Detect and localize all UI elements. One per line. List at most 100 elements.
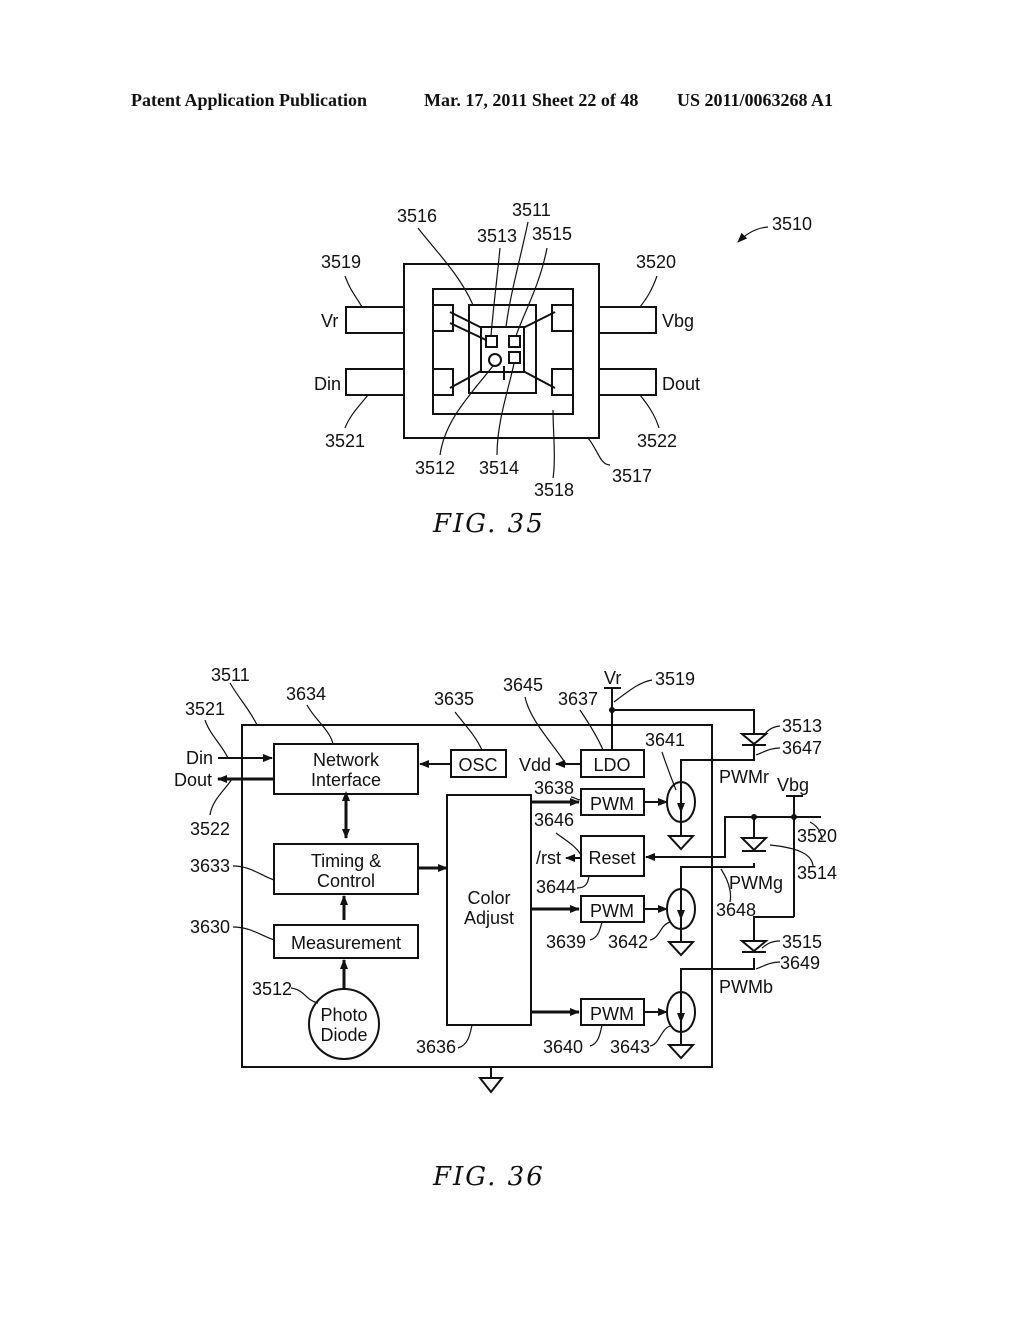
ref-3514: 3514 <box>797 863 837 883</box>
lead-vr <box>345 306 405 334</box>
signal-dout: Dout <box>174 770 212 790</box>
ref-3642: 3642 <box>608 932 648 952</box>
signal-din: Din <box>186 748 213 768</box>
leader-3522 <box>209 778 233 816</box>
ground-icon <box>666 941 696 957</box>
leader-3512 <box>290 987 319 1004</box>
ref-3515: 3515 <box>532 224 572 244</box>
ref-3517: 3517 <box>612 466 652 486</box>
lead-dout <box>598 368 657 396</box>
ground-icon <box>666 1044 696 1060</box>
ref-3635: 3635 <box>434 689 474 709</box>
led-3515 <box>508 335 521 348</box>
pin-label-vbg: Vbg <box>662 311 694 331</box>
ref-3643: 3643 <box>610 1037 650 1057</box>
leader-3639 <box>589 921 603 941</box>
ref-3512: 3512 <box>252 979 292 999</box>
leader-3520 <box>639 275 658 308</box>
leader-3517 <box>587 437 611 466</box>
ref-3513: 3513 <box>477 226 517 246</box>
led-g-3514-icon <box>739 837 769 852</box>
network-interface-line1: Network <box>313 750 380 770</box>
timing-control-line1: Timing & <box>311 851 381 871</box>
lead-din <box>345 368 405 396</box>
ref-3639: 3639 <box>546 932 586 952</box>
ref-3633: 3633 <box>190 856 230 876</box>
ref-3522: 3522 <box>190 819 230 839</box>
photo-diode-line2: Diode <box>320 1025 367 1045</box>
leader-3644 <box>576 875 590 889</box>
ref-3515: 3515 <box>782 932 822 952</box>
signal-rst: /rst <box>536 848 561 868</box>
fig35-package-diagram: 3516 3511 3513 3515 3519 3520 3510 Vr Di… <box>314 200 812 539</box>
pin-label-vr: Vr <box>321 311 338 331</box>
leader-3633 <box>232 865 275 881</box>
signal-pwmg: PWMg <box>729 873 783 893</box>
ref-3514: 3514 <box>479 458 519 478</box>
die-3511 <box>480 326 525 373</box>
color-adjust-line2: Adjust <box>464 908 514 928</box>
photo-diode-line1: Photo <box>320 1005 367 1025</box>
leader-3519 <box>344 275 363 308</box>
ground-icon <box>666 835 696 851</box>
pwm-g-label: PWM <box>590 901 634 921</box>
pin-label-din: Din <box>314 374 341 394</box>
ref-3638: 3638 <box>534 778 574 798</box>
leader-3641 <box>661 751 677 791</box>
ground-icon <box>477 1077 505 1094</box>
ref-3518: 3518 <box>534 480 574 500</box>
measurement-label: Measurement <box>291 933 401 953</box>
patent-drawing: 3516 3511 3513 3515 3519 3520 3510 Vr Di… <box>174 200 837 1192</box>
signal-vr: Vr <box>604 668 621 688</box>
pin-label-dout: Dout <box>662 374 700 394</box>
ref-3519: 3519 <box>655 669 695 689</box>
ref-3519: 3519 <box>321 252 361 272</box>
pwm-b-label: PWM <box>590 1004 634 1024</box>
led-r-3513-icon <box>739 733 769 746</box>
color-adjust-line1: Color <box>467 888 510 908</box>
timing-control-line2: Control <box>317 871 375 891</box>
leader-3637 <box>579 709 604 751</box>
pwm-r-label: PWM <box>590 794 634 814</box>
leader-3647 <box>755 747 781 756</box>
signal-vbg: Vbg <box>777 775 809 795</box>
leader-3643 <box>649 1025 671 1047</box>
leader-3511 <box>229 682 258 726</box>
ref-3511: 3511 <box>211 665 250 685</box>
led-3513 <box>485 335 498 348</box>
leader-3640 <box>589 1024 603 1047</box>
ref-3522: 3522 <box>637 431 677 451</box>
ref-3634: 3634 <box>286 684 326 704</box>
ldo-label: LDO <box>593 755 630 775</box>
network-interface-line2: Interface <box>311 770 381 790</box>
ref-3521: 3521 <box>325 431 365 451</box>
led-3514 <box>508 351 521 364</box>
leader-3521 <box>344 394 369 429</box>
ref-3511: 3511 <box>512 200 551 220</box>
photodiode-3512 <box>488 353 502 367</box>
ref-3520: 3520 <box>797 826 837 846</box>
reset-label: Reset <box>588 848 635 868</box>
signal-pwmr: PWMr <box>719 767 769 787</box>
fig36-caption: FIG. 36 <box>432 1162 545 1192</box>
signal-vdd: Vdd <box>519 755 551 775</box>
ref-3648: 3648 <box>716 900 756 920</box>
ref-3644: 3644 <box>536 877 576 897</box>
ref-3521: 3521 <box>185 699 225 719</box>
osc-label: OSC <box>458 755 497 775</box>
ref-3646: 3646 <box>534 810 574 830</box>
leader-3630 <box>232 926 275 941</box>
ref-3641: 3641 <box>645 730 685 750</box>
leader-3642 <box>649 921 671 941</box>
ref-3649: 3649 <box>780 953 820 973</box>
leader-3636 <box>457 1024 473 1049</box>
ref-3630: 3630 <box>190 917 230 937</box>
led-b-3515-icon <box>739 940 769 953</box>
leader-3649 <box>755 961 781 970</box>
ref-3645: 3645 <box>503 675 543 695</box>
vbg-junction <box>791 814 797 820</box>
ref-3636: 3636 <box>416 1037 456 1057</box>
fig36-block-diagram: Network Interface Timing & Control Measu… <box>174 665 837 1192</box>
lead-vbg <box>598 306 657 334</box>
leader-3635 <box>454 711 483 751</box>
